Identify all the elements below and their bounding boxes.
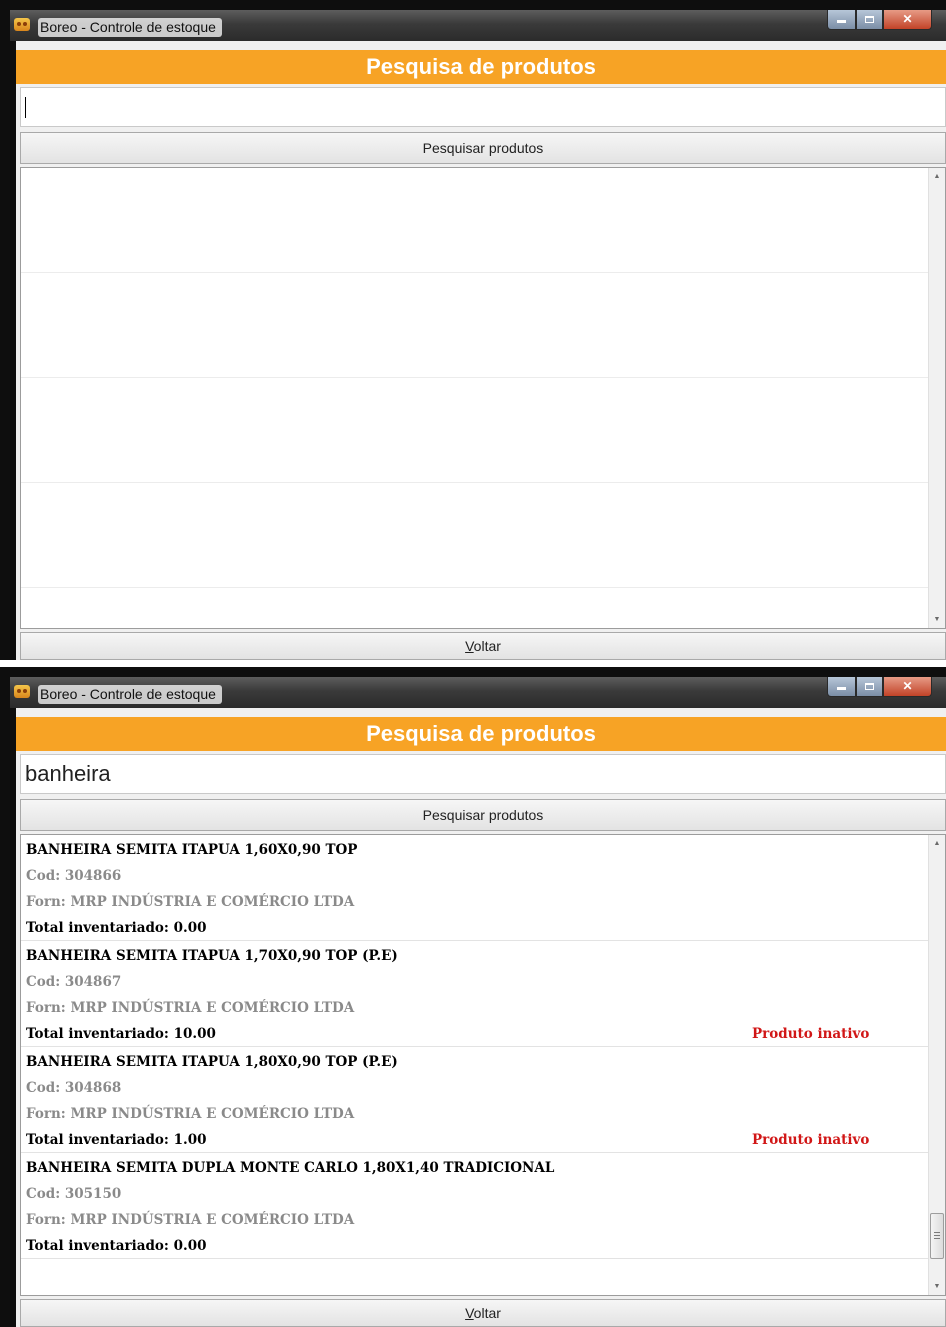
maximize-button[interactable] — [856, 677, 883, 697]
scrollbar-grip — [934, 1232, 940, 1233]
back-button-label-rest: oltar — [473, 638, 501, 654]
close-icon: ✕ — [902, 12, 913, 26]
product-code: Cod: 305150 — [26, 1186, 122, 1202]
product-row[interactable]: BANHEIRA SEMITA ITAPUA 1,80X0,90 TOP (P.… — [21, 1047, 929, 1153]
back-button[interactable]: Voltar — [20, 632, 946, 660]
back-button-label-rest: oltar — [473, 1305, 501, 1321]
back-button[interactable]: Voltar — [20, 1299, 946, 1327]
text-caret — [25, 97, 26, 118]
results-rows — [21, 168, 929, 588]
product-name: BANHEIRA SEMITA ITAPUA 1,60X0,90 TOP — [26, 842, 358, 858]
product-status: Produto inativo — [752, 1132, 870, 1148]
close-button[interactable]: ✕ — [883, 10, 932, 30]
scrollbar-thumb[interactable] — [930, 1213, 944, 1259]
minimize-icon — [837, 20, 846, 24]
scroll-up-icon[interactable]: ▲ — [929, 835, 945, 852]
product-total: Total inventariado: 1.00 — [26, 1132, 207, 1148]
minimize-icon — [837, 687, 846, 691]
product-row[interactable]: BANHEIRA SEMITA DUPLA MONTE CARLO 1,80X1… — [21, 1153, 929, 1259]
window-content: Pesquisa de produtos Pesquisar produtos … — [16, 41, 946, 660]
scrollbar-grip — [934, 1235, 940, 1236]
list-item-empty — [21, 483, 929, 588]
product-total: Total inventariado: 0.00 — [26, 920, 207, 936]
minimize-button[interactable] — [827, 677, 856, 697]
list-item-empty — [21, 168, 929, 273]
title-bar[interactable]: Boreo - Controle de estoque ✕ — [10, 10, 946, 41]
list-item-empty — [21, 273, 929, 378]
product-code: Cod: 304868 — [26, 1080, 122, 1096]
results-list[interactable]: BANHEIRA SEMITA ITAPUA 1,60X0,90 TOP Cod… — [20, 834, 946, 1296]
search-input[interactable] — [21, 88, 945, 126]
app-window-empty-search: Boreo - Controle de estoque ✕ Pesquisa d… — [0, 0, 946, 660]
scrollbar-grip — [934, 1238, 940, 1239]
maximize-icon — [865, 16, 874, 24]
list-item-empty — [21, 378, 929, 483]
search-field[interactable] — [20, 754, 946, 794]
product-code: Cod: 304867 — [26, 974, 122, 990]
product-supplier: Forn: MRP INDÚSTRIA E COMÉRCIO LTDA — [26, 1212, 355, 1228]
product-code: Cod: 304866 — [26, 868, 122, 884]
product-status: Produto inativo — [752, 1026, 870, 1042]
results-rows: BANHEIRA SEMITA ITAPUA 1,60X0,90 TOP Cod… — [21, 835, 929, 1259]
product-row[interactable]: BANHEIRA SEMITA ITAPUA 1,60X0,90 TOP Cod… — [21, 835, 929, 941]
app-icon — [14, 18, 30, 31]
back-button-mnemonic: V — [465, 1305, 474, 1321]
search-products-button[interactable]: Pesquisar produtos — [20, 132, 946, 164]
title-bar[interactable]: Boreo - Controle de estoque ✕ — [10, 677, 946, 708]
window-title: Boreo - Controle de estoque — [38, 18, 222, 37]
window-title: Boreo - Controle de estoque — [38, 685, 222, 704]
close-button[interactable]: ✕ — [883, 677, 932, 697]
product-name: BANHEIRA SEMITA ITAPUA 1,70X0,90 TOP (P.… — [26, 948, 398, 964]
product-name: BANHEIRA SEMITA DUPLA MONTE CARLO 1,80X1… — [26, 1160, 555, 1176]
page-title: Pesquisa de produtos — [16, 50, 946, 84]
product-total: Total inventariado: 10.00 — [26, 1026, 216, 1042]
results-list[interactable]: ▲ ▼ — [20, 167, 946, 629]
vertical-scrollbar[interactable]: ▲ ▼ — [928, 835, 945, 1295]
page-title: Pesquisa de produtos — [16, 717, 946, 751]
vertical-scrollbar[interactable]: ▲ ▼ — [928, 168, 945, 628]
window-content: Pesquisa de produtos Pesquisar produtos … — [16, 708, 946, 1327]
search-input[interactable] — [21, 755, 945, 793]
maximize-icon — [865, 683, 874, 691]
close-icon: ✕ — [902, 679, 913, 693]
product-name: BANHEIRA SEMITA ITAPUA 1,80X0,90 TOP (P.… — [26, 1054, 398, 1070]
search-products-button[interactable]: Pesquisar produtos — [20, 799, 946, 831]
search-field[interactable] — [20, 87, 946, 127]
back-button-mnemonic: V — [465, 638, 474, 654]
maximize-button[interactable] — [856, 10, 883, 30]
scroll-down-icon[interactable]: ▼ — [929, 611, 945, 628]
scroll-down-icon[interactable]: ▼ — [929, 1278, 945, 1295]
minimize-button[interactable] — [827, 10, 856, 30]
app-window-results: Boreo - Controle de estoque ✕ Pesquisa d… — [0, 667, 946, 1327]
product-supplier: Forn: MRP INDÚSTRIA E COMÉRCIO LTDA — [26, 1106, 355, 1122]
scroll-up-icon[interactable]: ▲ — [929, 168, 945, 185]
product-supplier: Forn: MRP INDÚSTRIA E COMÉRCIO LTDA — [26, 894, 355, 910]
product-total: Total inventariado: 0.00 — [26, 1238, 207, 1254]
app-icon — [14, 685, 30, 698]
product-supplier: Forn: MRP INDÚSTRIA E COMÉRCIO LTDA — [26, 1000, 355, 1016]
product-row[interactable]: BANHEIRA SEMITA ITAPUA 1,70X0,90 TOP (P.… — [21, 941, 929, 1047]
